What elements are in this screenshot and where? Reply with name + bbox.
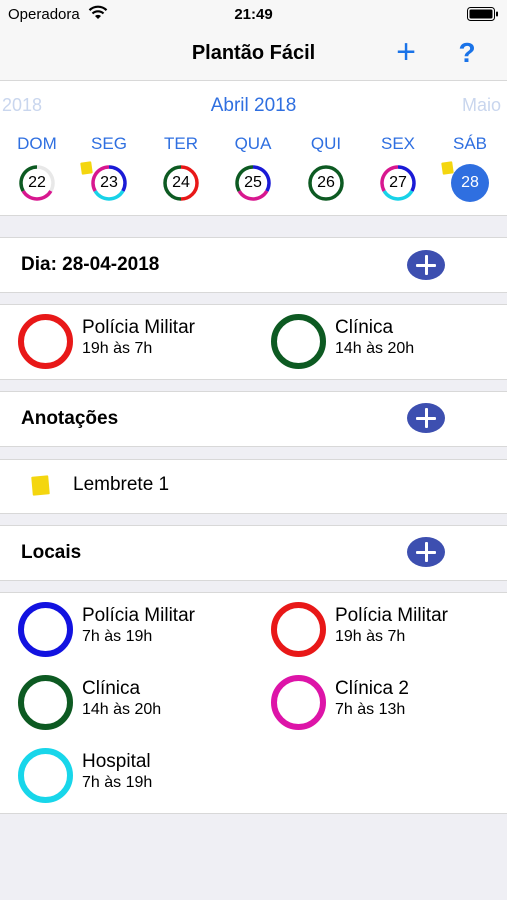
add-shift-button[interactable]: + xyxy=(390,34,422,70)
shift-place-name: Clínica xyxy=(335,317,394,338)
place-color-ring xyxy=(271,314,326,369)
day-number: 28 xyxy=(461,174,479,191)
places-header: Locais xyxy=(0,525,507,581)
next-month-label[interactable]: Maio xyxy=(462,95,501,116)
day-number: 24 xyxy=(172,174,190,191)
status-bar: Operadora 21:49 xyxy=(0,0,507,28)
place-name: Clínica 2 xyxy=(335,678,409,699)
place-item[interactable]: Polícia Militar 7h às 19h xyxy=(18,602,248,658)
add-note-button[interactable] xyxy=(407,403,445,433)
day-number: 23 xyxy=(100,174,118,191)
help-button[interactable]: ? xyxy=(452,35,482,71)
week-calendar: 2018 Abril 2018 Maio DOM SEG TER QUA QUI… xyxy=(0,81,507,216)
day-number: 25 xyxy=(244,174,262,191)
shift-hours: 19h às 7h xyxy=(82,340,153,357)
shift-hours: 14h às 20h xyxy=(335,340,415,357)
place-name: Clínica xyxy=(82,678,141,699)
place-color-ring xyxy=(271,675,326,730)
notes-header: Anotações xyxy=(0,391,507,447)
day-shifts-list: Polícia Militar 19h às 7h Clínica 14h às… xyxy=(0,304,507,380)
calendar-day[interactable]: 23 xyxy=(80,161,128,202)
note-marker-icon xyxy=(80,161,93,175)
plus-icon: + xyxy=(396,33,416,71)
status-time: 21:49 xyxy=(234,6,273,23)
notes-list: Lembrete 1 xyxy=(0,459,507,514)
place-color-ring xyxy=(18,748,73,803)
day-header: Dia: 28-04-2018 xyxy=(0,237,507,293)
navigation-bar: Plantão Fácil + ? xyxy=(0,28,507,81)
place-color-ring xyxy=(271,602,326,657)
place-hours: 7h às 13h xyxy=(335,701,406,718)
weekday-label: SEG xyxy=(91,134,127,153)
place-item[interactable]: Clínica 2 7h às 13h xyxy=(271,675,501,731)
weekday-label: QUI xyxy=(310,134,342,153)
weekday-label: DOM xyxy=(17,134,57,153)
shift-item[interactable]: Clínica 14h às 20h xyxy=(271,314,501,370)
note-marker-icon xyxy=(441,161,454,175)
place-color-ring xyxy=(18,314,73,369)
note-item[interactable]: Lembrete 1 xyxy=(0,460,507,513)
current-month-label: Abril 2018 xyxy=(210,95,297,116)
shift-place-name: Polícia Militar xyxy=(82,317,195,338)
place-hours: 7h às 19h xyxy=(82,774,153,791)
weekday-label: SEX xyxy=(380,134,416,153)
day-number: 22 xyxy=(28,174,46,191)
calendar-day[interactable]: 27 xyxy=(379,164,417,202)
weekday-label: QUA xyxy=(234,134,272,153)
place-item[interactable]: Clínica 14h às 20h xyxy=(18,675,248,731)
calendar-day[interactable]: 26 xyxy=(307,164,345,202)
battery-icon xyxy=(467,7,498,21)
note-text: Lembrete 1 xyxy=(73,474,170,495)
weekday-label: SÁB xyxy=(452,134,488,153)
place-hours: 19h às 7h xyxy=(335,628,406,645)
place-item[interactable]: Polícia Militar 19h às 7h xyxy=(271,602,501,658)
calendar-day-selected[interactable]: 28 xyxy=(441,161,489,202)
notes-title: Anotações xyxy=(21,408,119,429)
note-icon xyxy=(31,475,50,496)
calendar-day[interactable]: 22 xyxy=(18,164,56,202)
place-name: Hospital xyxy=(82,751,151,772)
day-number: 27 xyxy=(389,174,407,191)
add-place-button[interactable] xyxy=(407,537,445,567)
selected-day-title: Dia: 28-04-2018 xyxy=(21,254,160,275)
calendar-day[interactable]: 24 xyxy=(162,164,200,202)
app-title: Plantão Fácil xyxy=(191,42,316,64)
place-name: Polícia Militar xyxy=(335,605,448,626)
place-hours: 14h às 20h xyxy=(82,701,162,718)
place-hours: 7h às 19h xyxy=(82,628,153,645)
help-icon: ? xyxy=(458,37,476,68)
add-day-shift-button[interactable] xyxy=(407,250,445,280)
shift-item[interactable]: Polícia Militar 19h às 7h xyxy=(18,314,248,370)
places-list: Polícia Militar 7h às 19h Polícia Milita… xyxy=(0,592,507,814)
place-item[interactable]: Hospital 7h às 19h xyxy=(18,748,248,804)
weekday-label: TER xyxy=(164,134,198,153)
place-name: Polícia Militar xyxy=(82,605,195,626)
calendar-day[interactable]: 25 xyxy=(234,164,272,202)
day-number: 26 xyxy=(317,174,335,191)
place-color-ring xyxy=(18,675,73,730)
places-title: Locais xyxy=(21,542,82,563)
place-color-ring xyxy=(18,602,73,657)
